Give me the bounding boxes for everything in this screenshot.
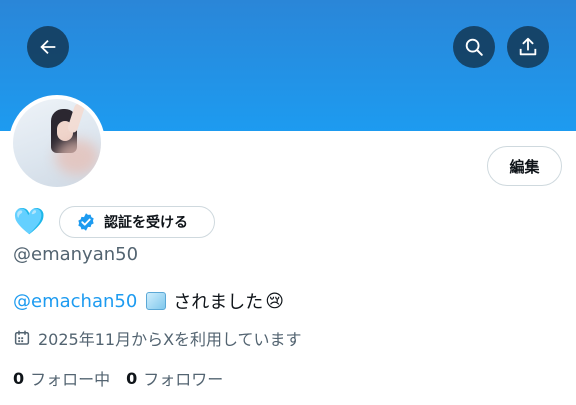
crying-face-icon: 😢 — [265, 290, 285, 312]
calendar-icon — [14, 330, 30, 345]
follow-stats: 0 フォロー中 0 フォロワー — [13, 366, 223, 390]
user-handle: @emanyan50 — [13, 244, 139, 265]
bio-mention-link[interactable]: @emachan50 — [13, 291, 137, 312]
following-count[interactable]: 0 — [13, 369, 24, 388]
search-icon — [465, 38, 483, 56]
avatar[interactable] — [9, 95, 105, 191]
search-button[interactable] — [453, 26, 495, 68]
share-button[interactable] — [507, 26, 549, 68]
followers-count[interactable]: 0 — [126, 369, 137, 388]
arrow-left-icon — [40, 39, 56, 55]
get-verified-label: 認証を受ける — [104, 215, 188, 231]
profile-bio: @emachan50 されました 😢 — [13, 288, 284, 314]
avatar-image — [13, 99, 101, 187]
ice-cube-icon — [146, 292, 167, 310]
join-date-text: 2025年11月からXを利用しています — [38, 330, 302, 349]
followers-label[interactable]: フォロワー — [143, 366, 223, 390]
verified-badge-icon — [78, 213, 94, 231]
get-verified-button[interactable]: 認証を受ける — [59, 206, 215, 238]
following-label[interactable]: フォロー中 — [30, 366, 110, 390]
share-icon — [519, 37, 537, 56]
edit-profile-button[interactable]: 編集 — [487, 146, 562, 186]
blue-heart-icon: 🩵 — [13, 207, 46, 237]
join-date: 2025年11月からXを利用しています — [13, 326, 302, 350]
bio-text: されました — [173, 292, 264, 313]
back-button[interactable] — [27, 26, 69, 68]
